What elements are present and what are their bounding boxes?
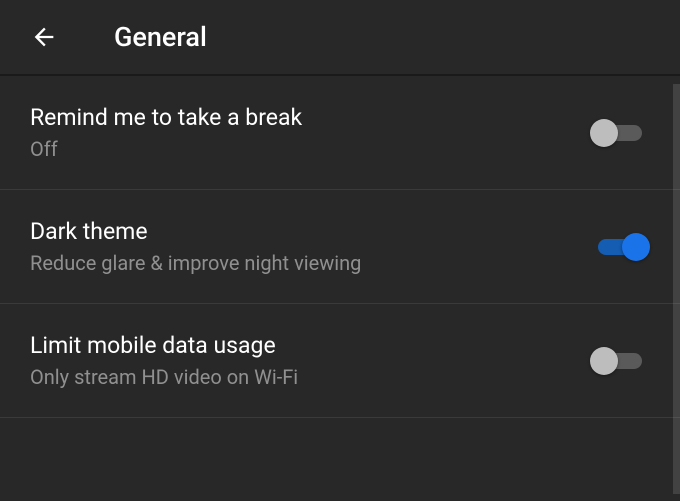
scrollbar[interactable]	[673, 84, 680, 494]
setting-subtitle: Reduce glare & improve night viewing	[30, 251, 361, 275]
setting-subtitle: Off	[30, 137, 302, 161]
toggle-remind-break[interactable]	[590, 121, 650, 145]
setting-limit-data[interactable]: Limit mobile data usage Only stream HD v…	[0, 304, 680, 418]
arrow-back-icon	[30, 23, 58, 51]
setting-title: Limit mobile data usage	[30, 332, 298, 359]
setting-text: Dark theme Reduce glare & improve night …	[30, 218, 361, 275]
settings-list: Remind me to take a break Off Dark theme…	[0, 76, 680, 418]
toggle-thumb	[590, 119, 618, 147]
setting-title: Remind me to take a break	[30, 104, 302, 131]
toggle-limit-data[interactable]	[590, 349, 650, 373]
setting-text: Remind me to take a break Off	[30, 104, 302, 161]
setting-dark-theme[interactable]: Dark theme Reduce glare & improve night …	[0, 190, 680, 304]
toggle-thumb	[590, 347, 618, 375]
setting-subtitle: Only stream HD video on Wi-Fi	[30, 365, 298, 389]
header: General	[0, 0, 680, 74]
setting-remind-break[interactable]: Remind me to take a break Off	[0, 76, 680, 190]
setting-text: Limit mobile data usage Only stream HD v…	[30, 332, 298, 389]
toggle-dark-theme[interactable]	[590, 235, 650, 259]
page-title: General	[114, 21, 207, 53]
back-button[interactable]	[30, 23, 58, 51]
setting-title: Dark theme	[30, 218, 361, 245]
toggle-thumb	[622, 233, 650, 261]
